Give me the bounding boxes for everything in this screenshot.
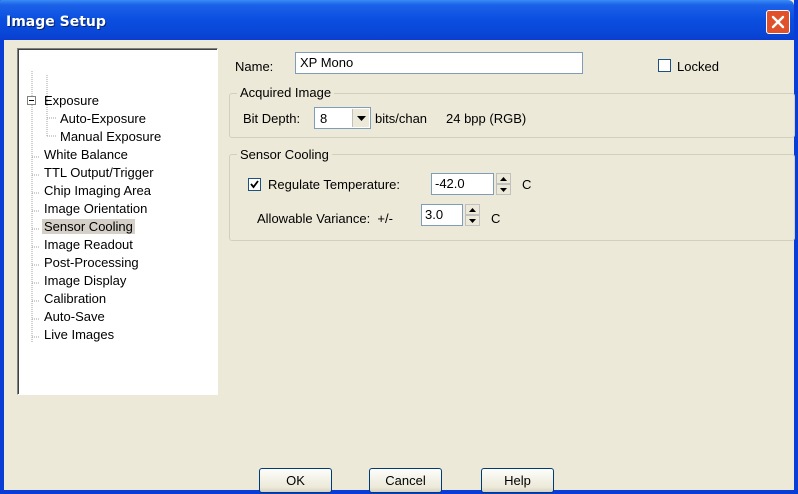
tree-item-calibration[interactable]: Calibration <box>42 290 108 308</box>
tree-item-image-display[interactable]: Image Display <box>42 272 128 290</box>
variance-input[interactable]: 3.0 <box>421 204 463 226</box>
temperature-input[interactable]: -42.0 <box>431 173 494 195</box>
tree-item-manual-exposure[interactable]: Manual Exposure <box>58 128 163 146</box>
window-title: Image Setup <box>6 14 106 30</box>
chevron-down-icon[interactable] <box>352 109 369 127</box>
close-icon <box>771 15 785 29</box>
tree-item-label: Manual Exposure <box>60 129 162 144</box>
title-bar[interactable]: Image Setup <box>0 0 794 40</box>
tree-item-image-readout[interactable]: Image Readout <box>42 236 135 254</box>
temperature-spinner[interactable] <box>496 173 511 195</box>
tree-item-ttl-output-trigger[interactable]: TTL Output/Trigger <box>42 164 156 182</box>
bit-depth-label: Bit Depth: <box>243 111 301 126</box>
tree-item-label: Image Readout <box>44 237 133 252</box>
sensor-cooling-group <box>229 154 795 241</box>
tree-item-white-balance[interactable]: White Balance <box>42 146 130 164</box>
help-button[interactable]: Help <box>481 468 554 493</box>
tree-item-label: Image Orientation <box>44 201 148 216</box>
tree-item-post-processing[interactable]: Post-Processing <box>42 254 141 272</box>
variance-unit: C <box>491 211 501 226</box>
spin-down-button[interactable] <box>465 215 480 226</box>
regulate-temperature-checkbox[interactable] <box>248 178 261 191</box>
variance-spinner[interactable] <box>465 204 480 226</box>
tree-item-label: Live Images <box>44 327 115 342</box>
tree-item-live-images[interactable]: Live Images <box>42 326 116 344</box>
collapse-icon[interactable] <box>27 96 36 105</box>
tree-item-label: Post-Processing <box>44 255 139 270</box>
tree-item-auto-exposure[interactable]: Auto-Exposure <box>58 110 148 128</box>
locked-label: Locked <box>677 59 719 74</box>
bit-depth-value: 8 <box>320 111 328 126</box>
bit-depth-select[interactable]: 8 <box>314 107 371 129</box>
tree-item-exposure[interactable]: Exposure <box>42 92 101 110</box>
sensor-cooling-title: Sensor Cooling <box>237 147 332 162</box>
tree-item-label: Chip Imaging Area <box>44 183 151 198</box>
acquired-image-title: Acquired Image <box>237 85 335 100</box>
tree-item-auto-save[interactable]: Auto-Save <box>42 308 107 326</box>
allowable-variance-label: Allowable Variance: +/- <box>257 211 393 226</box>
tree-item-label: Sensor Cooling <box>42 219 135 234</box>
tree-item-chip-imaging-area[interactable]: Chip Imaging Area <box>42 182 153 200</box>
regulate-temperature-label: Regulate Temperature: <box>268 177 401 192</box>
tree-item-label: TTL Output/Trigger <box>44 165 154 180</box>
name-input[interactable]: XP Mono <box>295 52 583 74</box>
tree-item-sensor-cooling[interactable]: Sensor Cooling <box>42 218 135 236</box>
tree-item-label: Exposure <box>44 93 99 108</box>
arrow-down-icon <box>500 187 507 192</box>
tree-item-label: Auto-Save <box>44 309 105 324</box>
settings-tree[interactable]: Exposure Auto-Exposure Manual Exposure W… <box>17 48 218 395</box>
arrow-up-icon <box>469 207 476 212</box>
tree-item-label: White Balance <box>44 147 128 162</box>
bpp-label: 24 bpp (RGB) <box>446 111 527 126</box>
arrow-down-icon <box>469 218 476 223</box>
tree-item-label: Calibration <box>44 291 107 306</box>
ok-button[interactable]: OK <box>259 468 332 493</box>
arrow-up-icon <box>500 176 507 181</box>
name-label: Name: <box>235 59 274 74</box>
tree-item-label: Auto-Exposure <box>60 111 146 126</box>
close-button[interactable] <box>766 10 790 34</box>
locked-checkbox[interactable] <box>658 59 671 72</box>
cancel-button[interactable]: Cancel <box>369 468 442 493</box>
tree-item-label: Image Display <box>44 273 127 288</box>
tree-item-image-orientation[interactable]: Image Orientation <box>42 200 149 218</box>
spin-up-button[interactable] <box>465 204 480 215</box>
bits-unit-label: bits/chan <box>375 111 428 126</box>
checkmark-icon <box>250 180 259 189</box>
temperature-unit: C <box>522 177 532 192</box>
spin-down-button[interactable] <box>496 184 511 195</box>
spin-up-button[interactable] <box>496 173 511 184</box>
